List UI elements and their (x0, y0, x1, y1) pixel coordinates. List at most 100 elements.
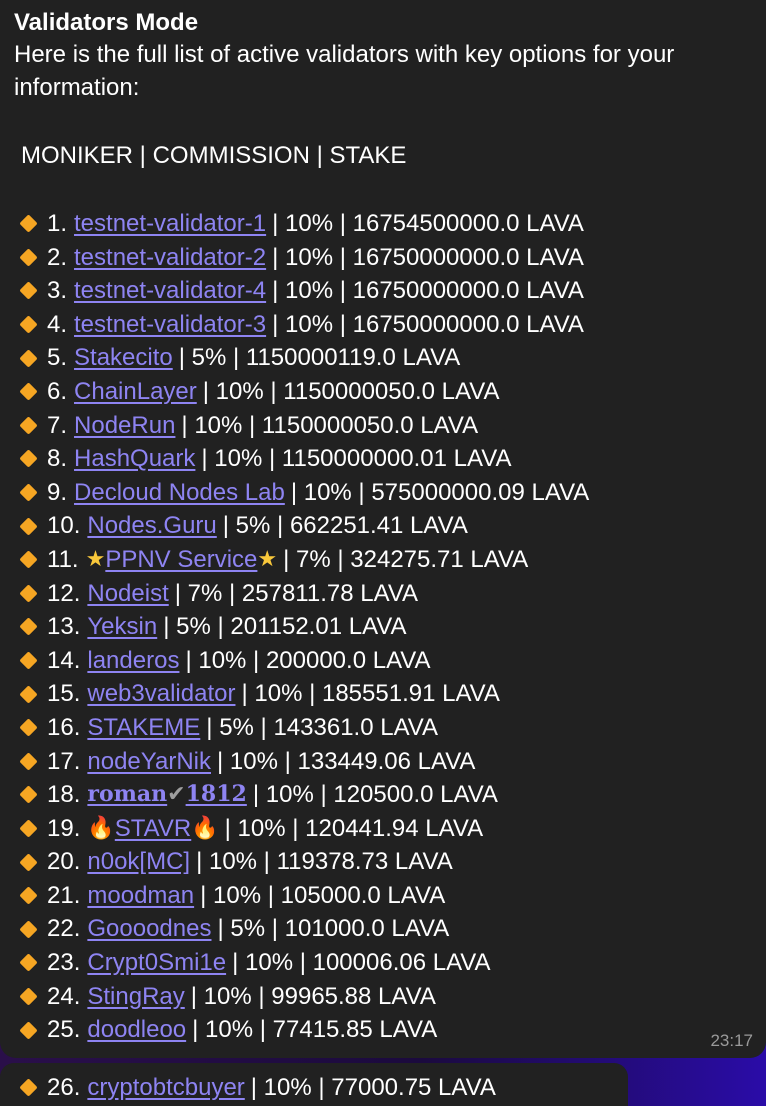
list-item: 15. web3validator | 10% | 185551.91 LAVA (14, 677, 752, 711)
orange-diamond-icon (19, 214, 38, 233)
rank-number: 15. (47, 680, 81, 708)
orange-diamond-icon (19, 584, 38, 603)
commission-stake: | 10% | 200000.0 LAVA (185, 646, 431, 674)
rank-number: 21. (47, 881, 81, 909)
validator-link[interactable]: ChainLayer (74, 375, 197, 409)
validator-link[interactable]: nodeYarNik (87, 745, 211, 779)
validator-link[interactable]: doodleoo (87, 1013, 186, 1047)
rank-number: 10. (47, 512, 81, 540)
commission-stake: | 10% | 77000.75 LAVA (250, 1074, 496, 1101)
fire-icon: 🔥 (87, 815, 115, 841)
rank-number: 18. (47, 781, 81, 809)
list-item: 3. testnet-validator-4 | 10% | 16750000000… (14, 274, 752, 308)
rank-number: 2. (47, 243, 68, 271)
validator-link[interactable]: cryptobtcbuyer (87, 1071, 244, 1105)
list-item: 20. n0ok[MC] | 10% | 119378.73 LAVA (14, 845, 752, 879)
commission-stake: | 10% | 16754500000.0 LAVA (272, 210, 584, 237)
rank-number: 3. (47, 277, 68, 305)
commission-stake: | 10% | 575000000.09 LAVA (290, 478, 590, 506)
orange-diamond-icon (19, 886, 38, 905)
rank-number: 23. (47, 949, 81, 977)
rank-number: 12. (47, 579, 81, 607)
orange-diamond-icon (19, 416, 38, 435)
validator-list: 26. cryptobtcbuyer | 10% | 77000.75 LAVA (14, 1071, 614, 1105)
validator-link[interactable]: web3validator (87, 677, 235, 711)
message-title: Validators Mode (14, 9, 199, 36)
orange-diamond-icon (19, 248, 38, 267)
rank-number: 25. (47, 1016, 81, 1044)
rank-number: 11. (47, 545, 79, 573)
validator-link[interactable]: Nodes.Guru (87, 509, 216, 543)
validator-link[interactable]: PPNV Service (105, 543, 257, 577)
validator-link[interactable]: Crypt0Smi1e (87, 946, 226, 980)
validator-link[interactable]: HashQuark (74, 442, 195, 476)
rank-number: 8. (47, 445, 68, 473)
commission-stake: | 5% | 143361.0 LAVA (206, 713, 439, 741)
validator-link[interactable]: Goooodnes (87, 912, 211, 946)
commission-stake: | 7% | 257811.78 LAVA (174, 579, 419, 607)
validator-link[interactable]: testnet-validator-1 (74, 207, 266, 241)
list-item: 19. 🔥 STAVR 🔥 | 10% | 120441.94 LAVA (14, 812, 752, 846)
orange-diamond-icon (19, 617, 38, 637)
commission-stake: | 10% | 16750000000.0 LAVA (272, 277, 584, 305)
validator-link[interactable]: testnet-validator-4 (74, 274, 266, 308)
validator-link[interactable]: landeros (87, 644, 179, 678)
rank-number: 22. (47, 915, 81, 943)
list-item: 5. Stakecito | 5% | 1150000119.0 LAVA (14, 341, 752, 375)
commission-stake: | 10% | 105000.0 LAVA (200, 881, 446, 909)
rank-number: 7. (47, 411, 68, 439)
list-item: 4. testnet-validator-3 | 10% | 16750000000… (14, 308, 752, 342)
validator-link[interactable]: NodeRun (74, 409, 175, 443)
validator-link[interactable]: Nodeist (87, 577, 168, 611)
orange-diamond-icon (19, 987, 38, 1006)
validator-link[interactable]: n0ok[MC] (87, 845, 190, 879)
validator-link[interactable]: Decloud Nodes Lab (74, 476, 285, 510)
validator-link[interactable]: testnet-validator-3 (74, 308, 266, 342)
rank-number: 17. (47, 747, 81, 775)
validator-link[interactable]: roman (87, 778, 167, 812)
fire-icon: 🔥 (191, 815, 219, 841)
list-item: 22. Goooodnes | 5% | 101000.0 LAVA (14, 912, 752, 946)
orange-diamond-icon (19, 348, 38, 368)
validator-link[interactable]: testnet-validator-2 (74, 241, 266, 275)
validator-link[interactable]: moodman (87, 879, 194, 913)
rank-number: 1. (47, 210, 68, 237)
list-item: 16. STAKEME | 5% | 143361.0 LAVA (14, 711, 752, 745)
commission-stake: | 10% | 77415.85 LAVA (192, 1016, 438, 1044)
orange-diamond-icon (19, 382, 38, 401)
orange-diamond-icon (19, 852, 38, 872)
commission-stake: | 10% | 1150000050.0 LAVA (181, 411, 479, 439)
commission-stake: | 10% | 120441.94 LAVA (224, 814, 484, 842)
commission-stake: | 10% | 185551.91 LAVA (241, 680, 500, 708)
orange-diamond-icon (19, 752, 38, 771)
rank-number: 13. (47, 613, 81, 641)
commission-stake: | 10% | 1150000050.0 LAVA (202, 377, 500, 405)
orange-diamond-icon (19, 516, 38, 536)
list-item: 7. NodeRun | 10% | 1150000050.0 LAVA (14, 409, 752, 443)
commission-stake: | 10% | 119378.73 LAVA (196, 848, 453, 876)
validator-link[interactable]: 1812 (186, 778, 247, 812)
commission-stake: | 10% | 120500.0 LAVA (252, 781, 498, 809)
validator-link[interactable]: Stakecito (74, 341, 173, 375)
commission-stake: | 10% | 1150000000.01 LAVA (201, 445, 512, 473)
orange-diamond-icon (19, 1078, 38, 1097)
orange-diamond-icon (19, 785, 38, 805)
rank-number: 24. (47, 982, 81, 1010)
rank-number: 4. (47, 310, 68, 338)
validator-link[interactable]: STAVR (115, 812, 191, 846)
commission-stake: | 10% | 133449.06 LAVA (217, 747, 476, 775)
rank-number: 9. (47, 478, 68, 506)
validator-link[interactable]: STAKEME (87, 711, 200, 745)
rank-number: 6. (47, 377, 68, 405)
list-item: 18. roman ✔ 1812 | 10% | 120500.0 LAVA (14, 778, 752, 812)
rank-number: 14. (47, 646, 81, 674)
list-item: 11. ★ PPNV Service ★ | 7% | 324275.71 LAVA (14, 543, 752, 577)
validator-link[interactable]: Yeksin (87, 610, 157, 644)
list-item: 17. nodeYarNik | 10% | 133449.06 LAVA (14, 745, 752, 779)
commission-stake: | 5% | 101000.0 LAVA (217, 915, 450, 943)
orange-diamond-icon (19, 953, 38, 973)
validator-link[interactable]: StingRay (87, 980, 184, 1014)
list-item: 9. Decloud Nodes Lab | 10% | 575000000.09 … (14, 476, 752, 510)
list-item: 21. moodman | 10% | 105000.0 LAVA (14, 879, 752, 913)
orange-diamond-icon (19, 281, 38, 301)
